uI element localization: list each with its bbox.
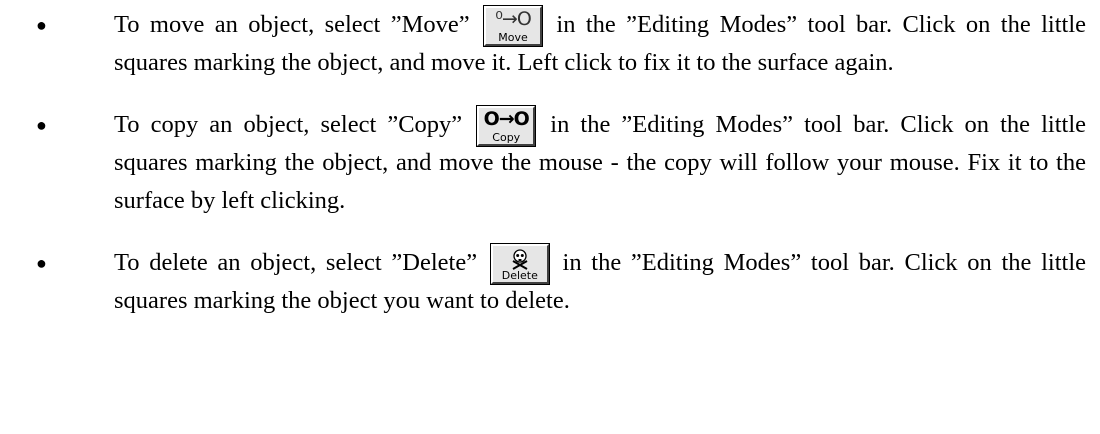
- delete-button[interactable]: Delete: [489, 243, 550, 286]
- list-item-move: ● To move an object, select ”Move” ⁰→O M…: [36, 5, 1086, 82]
- list-item-copy: ● To copy an object, select ”Copy” O→O C…: [36, 105, 1086, 220]
- copy-button[interactable]: O→O Copy: [476, 105, 537, 148]
- bullet-icon: ●: [36, 15, 47, 35]
- delete-text-before: To delete an object, select ”Delete”: [114, 249, 478, 276]
- skull-crossbones-icon: [512, 249, 528, 271]
- instructions-list: ● To move an object, select ”Move” ⁰→O M…: [36, 5, 1086, 320]
- move-button[interactable]: ⁰→O Move: [483, 5, 544, 48]
- bullet-icon: ●: [36, 253, 47, 273]
- delete-button-caption: Delete: [501, 269, 538, 283]
- move-button-caption: Move: [498, 31, 528, 45]
- bullet-icon: ●: [36, 115, 47, 135]
- move-text-before: To move an object, select ”Move”: [114, 11, 470, 38]
- list-item-delete: ● To delete an object, select ”Delete” D…: [36, 243, 1086, 320]
- copy-icon: O→O: [483, 108, 530, 131]
- move-icon: ⁰→O: [495, 8, 532, 31]
- copy-button-caption: Copy: [492, 131, 521, 145]
- copy-text-before: To copy an object, select ”Copy”: [114, 111, 463, 138]
